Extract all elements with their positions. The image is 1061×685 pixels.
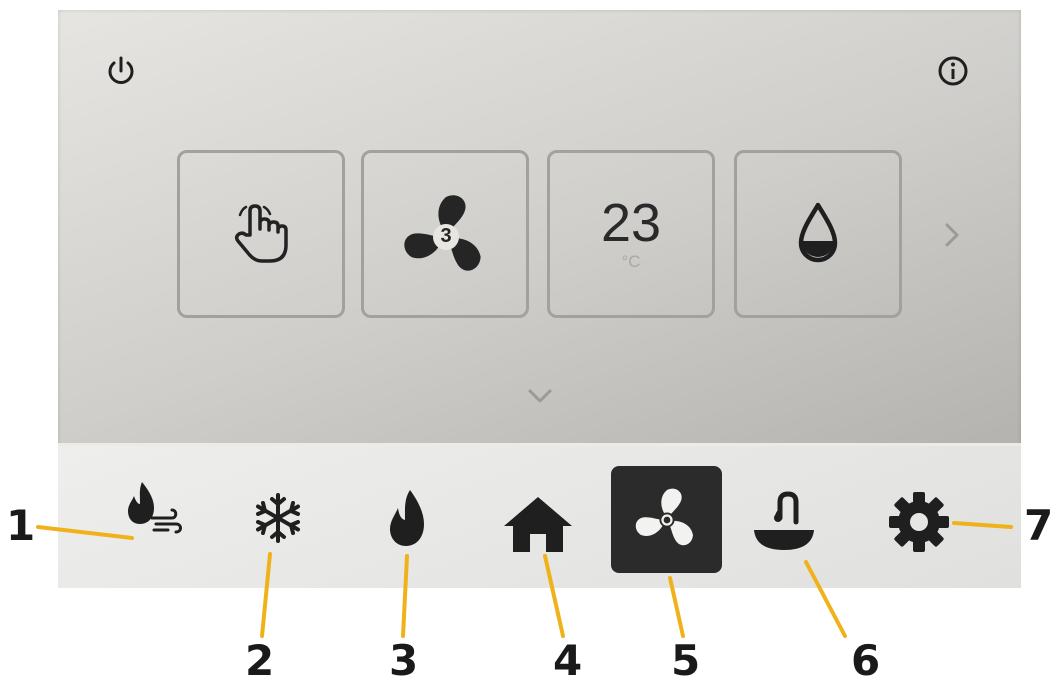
callout-2: 2 [245, 636, 275, 685]
leader-line-4 [543, 554, 565, 638]
callout-4: 4 [553, 636, 583, 685]
callout-1: 1 [6, 501, 36, 550]
callout-leaders [36, 521, 1013, 638]
leader-line-1 [36, 525, 134, 540]
leader-line-7 [952, 521, 1013, 529]
leader-line-6 [804, 560, 847, 638]
leader-line-5 [668, 576, 685, 638]
callout-7: 7 [1024, 501, 1054, 550]
callout-6: 6 [851, 636, 881, 685]
callout-3: 3 [389, 636, 419, 685]
leader-line-2 [260, 552, 272, 638]
callout-5: 5 [671, 636, 701, 685]
leader-line-3 [401, 554, 409, 638]
